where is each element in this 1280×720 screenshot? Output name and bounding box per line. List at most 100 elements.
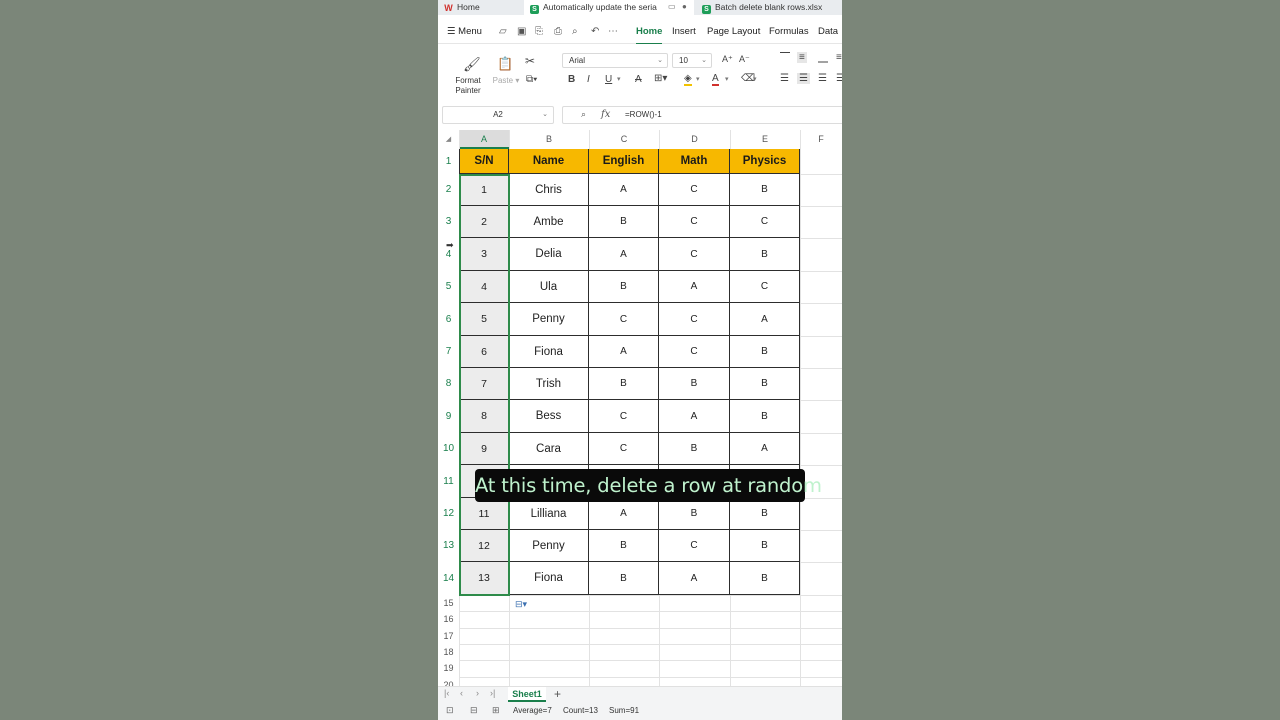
autofill-options-icon[interactable]: ⊟▾	[515, 599, 527, 610]
formula-input[interactable]: ⌕ fx =ROW()-1	[562, 106, 842, 124]
undo-icon[interactable]: ↶	[591, 26, 599, 37]
open-folder-icon[interactable]: ▱	[499, 26, 507, 37]
print-icon[interactable]: ⎙	[554, 26, 562, 37]
grade-cell[interactable]: A	[589, 336, 659, 368]
grade-cell[interactable]: A	[730, 433, 800, 465]
grade-cell[interactable]: A	[589, 238, 659, 271]
grade-cell[interactable]: C	[659, 530, 730, 562]
grade-cell[interactable]: A	[659, 271, 730, 303]
grade-cell[interactable]: B	[730, 400, 800, 433]
bold-icon[interactable]: B	[568, 74, 575, 85]
grade-cell[interactable]: C	[589, 400, 659, 433]
header-cell-a[interactable]: S/N	[459, 149, 509, 174]
grade-cell[interactable]: B	[730, 562, 800, 595]
menu-item-data[interactable]: Data	[818, 26, 838, 37]
row-header-20[interactable]: 20	[438, 677, 459, 687]
grade-cell[interactable]: B	[589, 368, 659, 400]
serial-number-cell[interactable]: 8	[459, 400, 509, 433]
spreadsheet-grid[interactable]: ◢ A B C D E F 1 2 3 4 5 6 7 8 9 10 11 12 13 14 15 16 17 18 19 20 S…	[438, 130, 842, 686]
row-header-1[interactable]: 1	[438, 149, 459, 174]
grade-cell[interactable]: B	[730, 238, 800, 271]
grade-cell[interactable]: A	[730, 303, 800, 336]
prev-sheet-icon[interactable]: ‹	[460, 688, 463, 698]
serial-number-cell[interactable]: 13	[459, 562, 509, 595]
paste-label[interactable]: Paste ▾	[490, 76, 522, 86]
tab-automatically-update[interactable]: S Automatically update the seria ▭ ●	[524, 0, 694, 15]
row-header-13[interactable]: 13	[438, 530, 459, 562]
borders-icon[interactable]: ⊞▾	[654, 73, 667, 84]
grade-cell[interactable]: C	[659, 238, 730, 271]
row-header-3[interactable]: 3	[438, 206, 459, 238]
name-cell[interactable]: Cara	[509, 433, 589, 465]
fill-color-icon[interactable]: ◈	[684, 73, 692, 86]
select-all-corner[interactable]: ◢	[438, 130, 459, 149]
font-color-icon[interactable]: A	[712, 73, 719, 86]
first-sheet-icon[interactable]: |‹	[444, 688, 449, 698]
row-header-18[interactable]: 18	[438, 644, 459, 660]
column-header-c[interactable]: C	[589, 130, 659, 149]
row-header-5[interactable]: 5	[438, 271, 459, 303]
more-icon[interactable]: ⋯	[608, 26, 618, 37]
grade-cell[interactable]: C	[659, 303, 730, 336]
align-top-icon[interactable]: ⎺	[780, 52, 790, 63]
grade-cell[interactable]: C	[589, 303, 659, 336]
protect-icon[interactable]: ⊟	[470, 705, 478, 716]
serial-number-cell[interactable]: 4	[459, 271, 509, 303]
grade-cell[interactable]: A	[659, 562, 730, 595]
grade-cell[interactable]: B	[730, 368, 800, 400]
column-header-b[interactable]: B	[509, 130, 589, 149]
align-bottom-icon[interactable]: ⎽	[818, 52, 828, 63]
grade-cell[interactable]: B	[589, 271, 659, 303]
name-cell[interactable]: Penny	[509, 530, 589, 562]
column-header-f[interactable]: F	[800, 130, 842, 149]
name-cell[interactable]: Fiona	[509, 336, 589, 368]
grade-cell[interactable]: B	[730, 498, 800, 530]
grade-cell[interactable]: B	[589, 206, 659, 238]
grade-cell[interactable]: C	[659, 206, 730, 238]
row-header-8[interactable]: 8	[438, 368, 459, 400]
row-header-10[interactable]: 10	[438, 433, 459, 465]
serial-number-cell[interactable]: 12	[459, 530, 509, 562]
grade-cell[interactable]: C	[659, 336, 730, 368]
align-center-icon[interactable]: ☰	[797, 73, 810, 84]
wrap-icon[interactable]: ≡	[836, 52, 842, 63]
tab-batch-delete[interactable]: S Batch delete blank rows.xlsx	[698, 0, 842, 15]
grade-cell[interactable]: C	[659, 174, 730, 206]
row-header-16[interactable]: 16	[438, 611, 459, 627]
serial-number-cell[interactable]: 1	[459, 174, 509, 206]
serial-number-cell[interactable]: 3	[459, 238, 509, 271]
row-header-12[interactable]: 12	[438, 498, 459, 530]
name-cell[interactable]: Lilliana	[509, 498, 589, 530]
serial-number-cell[interactable]: 6	[459, 336, 509, 368]
row-header-17[interactable]: 17	[438, 628, 459, 644]
row-header-14[interactable]: 14	[438, 562, 459, 595]
zoom-search-icon[interactable]: ⌕	[581, 109, 586, 120]
row-header-7[interactable]: 7	[438, 336, 459, 368]
name-cell[interactable]: Ambe	[509, 206, 589, 238]
increase-font-icon[interactable]: A⁺	[722, 54, 733, 65]
serial-number-cell[interactable]: 9	[459, 433, 509, 465]
tab-home[interactable]: W Home	[444, 0, 524, 15]
strikethrough-icon[interactable]: A	[635, 74, 642, 85]
fx-icon[interactable]: fx	[601, 109, 610, 120]
grade-cell[interactable]: A	[589, 498, 659, 530]
last-sheet-icon[interactable]: ›|	[490, 688, 495, 698]
grade-cell[interactable]: B	[659, 498, 730, 530]
underline-icon[interactable]: U	[605, 74, 612, 85]
grade-cell[interactable]: C	[730, 271, 800, 303]
save-icon[interactable]: ▣	[517, 26, 526, 37]
name-cell[interactable]: Chris	[509, 174, 589, 206]
row-header-6[interactable]: 6	[438, 303, 459, 336]
align-right-icon[interactable]: ☰	[818, 73, 827, 84]
name-cell[interactable]: Delia	[509, 238, 589, 271]
grade-cell[interactable]: A	[589, 174, 659, 206]
grade-cell[interactable]: C	[730, 206, 800, 238]
name-cell[interactable]: Trish	[509, 368, 589, 400]
serial-number-cell[interactable]: 11	[459, 498, 509, 530]
column-header-e[interactable]: E	[730, 130, 800, 149]
row-header-19[interactable]: 19	[438, 660, 459, 676]
grade-cell[interactable]: B	[659, 368, 730, 400]
add-sheet-icon[interactable]: +	[554, 687, 561, 701]
header-cell-b[interactable]: Name	[509, 149, 589, 174]
grade-cell[interactable]: B	[730, 336, 800, 368]
